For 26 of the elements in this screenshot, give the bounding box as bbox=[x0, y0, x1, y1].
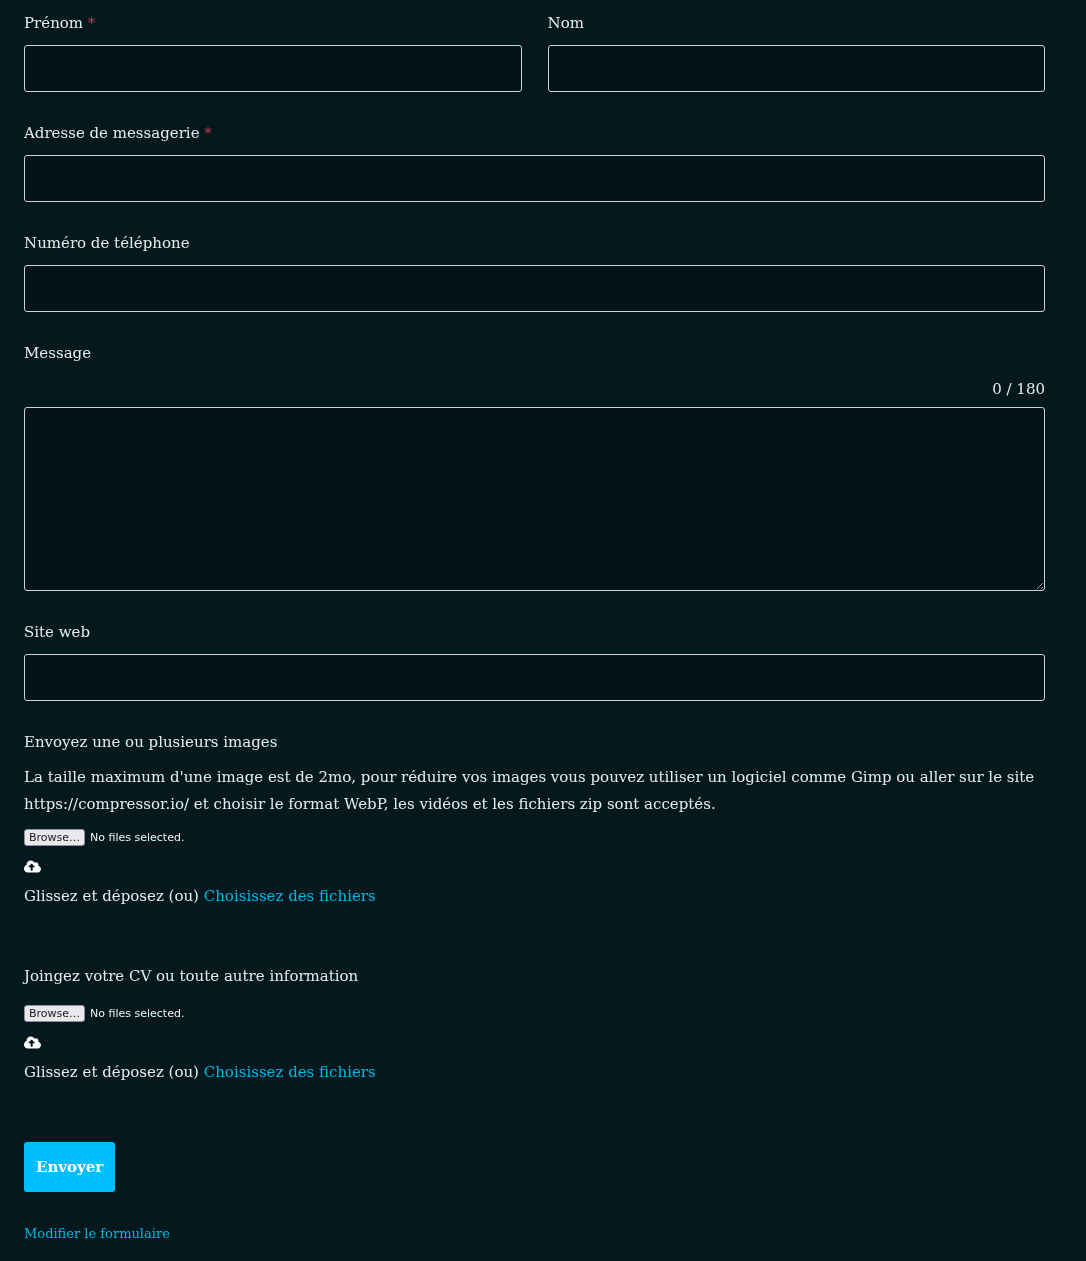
file-status: No files selected. bbox=[90, 829, 185, 846]
upload-description: La taille maximum d'une image est de 2mo, pour réduire vos images vous pouvez utiliser un logiciel comme Gimp ou aller sur le site https://compressor.io/ et choisir le format WebP, les vidéos et les fichiers zip sont acceptés. bbox=[24, 767, 1036, 815]
field-label: Nom bbox=[547, 13, 584, 33]
field-label: Prénom * bbox=[24, 13, 96, 33]
choose-files-link[interactable]: Choisissez des fichiers bbox=[203, 1063, 376, 1081]
edit-form-link[interactable]: Modifier le formulaire bbox=[24, 1225, 170, 1243]
upload-label: Envoyez une ou plusieurs images bbox=[24, 732, 278, 752]
input-field[interactable] bbox=[24, 265, 1045, 312]
field-label: Message bbox=[24, 343, 92, 363]
input-field[interactable] bbox=[24, 45, 522, 92]
browse-button[interactable]: Browse… bbox=[24, 1005, 86, 1022]
upload-label: Joingez votre CV ou toute autre information bbox=[24, 966, 359, 986]
file-status: No files selected. bbox=[90, 1005, 185, 1022]
drop-text: Glissez et déposez (ou) bbox=[24, 887, 199, 905]
choose-files-link[interactable]: Choisissez des fichiers bbox=[203, 887, 376, 905]
character-counter: 0 / 180 bbox=[992, 379, 1045, 399]
cloud-upload-icon bbox=[24, 858, 41, 875]
input-field[interactable] bbox=[547, 45, 1045, 92]
browse-button[interactable]: Browse… bbox=[24, 829, 86, 846]
field-label: Adresse de messagerie * bbox=[24, 123, 212, 143]
cloud-upload-icon bbox=[24, 1034, 41, 1051]
field-label: Numéro de téléphone bbox=[24, 233, 190, 253]
field-label: Site web bbox=[24, 622, 91, 642]
input-field[interactable] bbox=[24, 155, 1045, 202]
drop-text: Glissez et déposez (ou) bbox=[24, 1063, 199, 1081]
input-field[interactable] bbox=[24, 654, 1045, 701]
